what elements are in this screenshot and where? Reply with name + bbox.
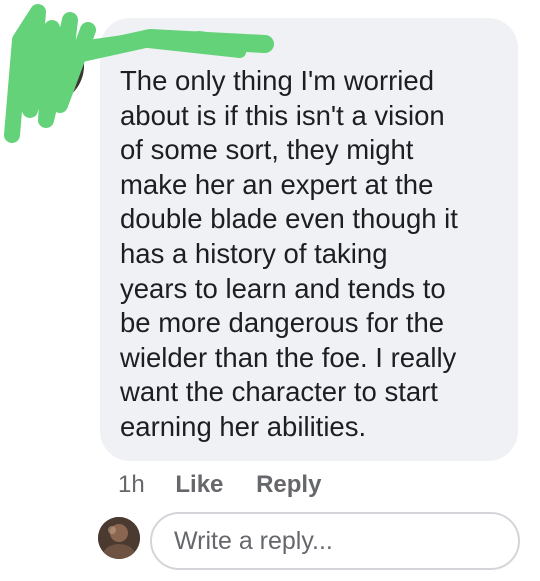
user-avatar-icon xyxy=(18,28,84,102)
comment-author-name[interactable] xyxy=(120,30,250,52)
comment-body: The only thing I'm worried about is if t… xyxy=(120,65,458,442)
current-user-avatar-icon xyxy=(98,517,140,559)
reply-button[interactable]: Reply xyxy=(256,470,321,500)
reply-input[interactable]: Write a reply... xyxy=(150,512,520,570)
comment-actions: 1h Like Reply xyxy=(118,470,347,500)
like-button[interactable]: Like xyxy=(175,470,223,500)
comment-timestamp[interactable]: 1h xyxy=(118,470,145,500)
commenter-avatar[interactable] xyxy=(18,28,84,102)
current-user-avatar[interactable] xyxy=(98,517,140,559)
reply-placeholder: Write a reply... xyxy=(174,527,333,555)
comment-thread: The only thing I'm worried about is if t… xyxy=(0,0,540,581)
